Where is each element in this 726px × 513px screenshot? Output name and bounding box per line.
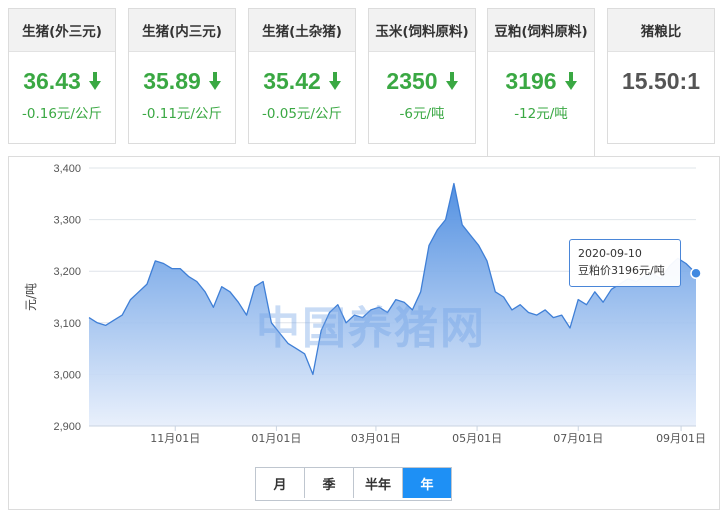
arrow-down-icon — [208, 72, 221, 90]
card-label: 豆粕(饲料原料) — [488, 9, 594, 52]
price-cards: 生猪(外三元) 36.43 -0.16元/公斤 生猪(内三元) 35.89 -0… — [8, 8, 720, 156]
card-change: -12元/吨 — [514, 106, 568, 122]
card-value: 35.89 — [143, 67, 201, 94]
card-label: 生猪(土杂猪) — [249, 9, 355, 52]
card-value: 2350 — [386, 67, 438, 94]
card-value-row: 15.50:1 — [608, 66, 714, 96]
x-tick-label: 11月01日 — [150, 432, 200, 445]
card-change: -0.05元/公斤 — [262, 106, 342, 122]
card-value-row: 35.89 — [129, 66, 235, 96]
arrow-down-icon — [564, 72, 577, 90]
card-soybean-meal[interactable]: 豆粕(饲料原料) 3196 -12元/吨 — [487, 8, 595, 156]
card-pig-grain-ratio[interactable]: 猪粮比 15.50:1 — [607, 8, 715, 144]
range-year-button[interactable]: 年 — [403, 468, 451, 498]
arrow-down-icon — [88, 72, 101, 90]
y-axis-label: 元/吨 — [24, 283, 38, 311]
card-pig-outer[interactable]: 生猪(外三元) 36.43 -0.16元/公斤 — [8, 8, 116, 144]
card-value: 15.50:1 — [621, 67, 700, 94]
card-change: -0.11元/公斤 — [142, 106, 222, 122]
range-quarter-button[interactable]: 季 — [305, 468, 354, 498]
chart-panel: 2,900 3,000 3,100 3,200 3,300 3,400 元/吨 11月01日 0… — [8, 156, 720, 510]
card-value-row: 3196 — [488, 66, 594, 96]
card-corn[interactable]: 玉米(饲料原料) 2350 -6元/吨 — [368, 8, 476, 144]
x-tick-label: 09月01日 — [656, 432, 706, 445]
y-tick-label: 3,200 — [53, 266, 81, 278]
card-value: 35.42 — [263, 67, 321, 94]
tooltip-text: 豆粕价3196元/吨 — [578, 264, 665, 277]
y-tick-label: 3,300 — [53, 215, 81, 227]
highlight-point — [690, 267, 702, 280]
arrow-down-icon — [445, 72, 458, 90]
range-buttons: 月 季 半年 年 — [255, 467, 452, 501]
card-value-row: 36.43 — [9, 66, 115, 96]
card-value: 36.43 — [23, 67, 81, 94]
card-pig-inner[interactable]: 生猪(内三元) 35.89 -0.11元/公斤 — [128, 8, 236, 144]
x-tick-label: 07月01日 — [553, 432, 603, 445]
x-tick-label: 01月01日 — [251, 432, 301, 445]
card-pig-local[interactable]: 生猪(土杂猪) 35.42 -0.05元/公斤 — [248, 8, 356, 144]
arrow-down-icon — [328, 72, 341, 90]
y-tick-label: 2,900 — [53, 421, 81, 433]
x-tick-label: 03月01日 — [351, 432, 401, 445]
card-label: 猪粮比 — [608, 9, 714, 52]
y-tick-label: 3,400 — [53, 163, 81, 175]
range-halfyear-button[interactable]: 半年 — [354, 468, 403, 498]
card-value: 3196 — [505, 67, 557, 94]
card-label: 生猪(内三元) — [129, 9, 235, 52]
card-label: 玉米(饲料原料) — [369, 9, 475, 52]
tooltip-date: 2020-09-10 — [578, 247, 642, 260]
x-tick-label: 05月01日 — [452, 432, 502, 445]
y-tick-label: 3,000 — [53, 369, 81, 381]
card-change: -6元/吨 — [399, 106, 445, 122]
price-area-chart: 2,900 3,000 3,100 3,200 3,300 3,400 元/吨 11月01日 0… — [24, 163, 706, 445]
card-change: -0.16元/公斤 — [22, 106, 102, 122]
card-label: 生猪(外三元) — [9, 9, 115, 52]
chart-tooltip: 2020-09-10 豆粕价3196元/吨 — [569, 239, 681, 287]
y-tick-label: 3,100 — [53, 318, 81, 330]
range-month-button[interactable]: 月 — [256, 468, 305, 498]
card-value-row: 2350 — [369, 66, 475, 96]
card-value-row: 35.42 — [249, 66, 355, 96]
